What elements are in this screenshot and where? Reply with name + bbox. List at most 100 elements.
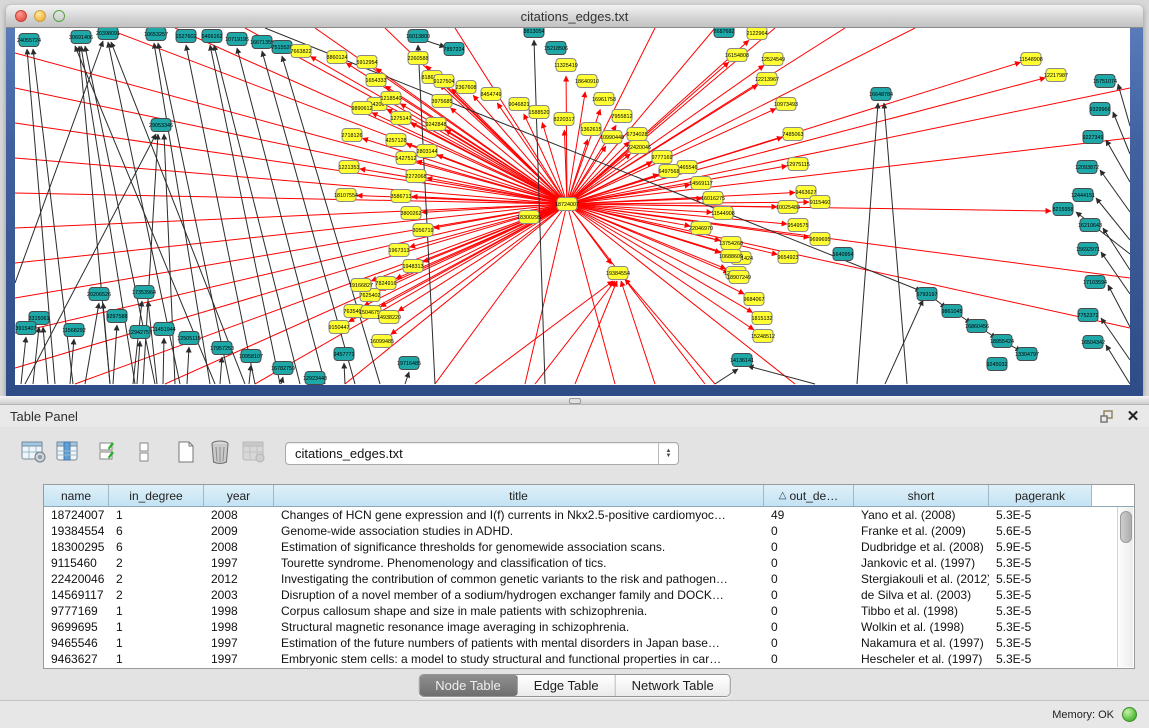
table-cell[interactable]: 5.3E-5 <box>989 588 1092 602</box>
table-cell[interactable]: 1998 <box>204 604 274 618</box>
table-cell[interactable]: Tourette syndrome. Phenomenology and cla… <box>274 556 764 570</box>
float-panel-button[interactable] <box>1097 407 1117 425</box>
table-cell[interactable]: 9777169 <box>44 604 109 618</box>
table-cell[interactable]: Dudbridge et al. (2008) <box>854 540 989 554</box>
table-cell[interactable]: 2008 <box>204 508 274 522</box>
table-cell[interactable]: Embryonic stem cells: a model to study s… <box>274 652 764 666</box>
table-cell[interactable]: 18724007 <box>44 508 109 522</box>
table-cell[interactable]: Corpus callosum shape and size in male p… <box>274 604 764 618</box>
table-cell[interactable]: Jankovic et al. (1997) <box>854 556 989 570</box>
table-cell[interactable]: 9465546 <box>44 636 109 650</box>
table-cell[interactable]: Hescheler et al. (1997) <box>854 652 989 666</box>
table-cell[interactable]: Structural magnetic resonance image aver… <box>274 620 764 634</box>
table-cell[interactable]: 2 <box>109 572 204 586</box>
table-cell[interactable]: 5.3E-5 <box>989 604 1092 618</box>
table-cell[interactable]: 6 <box>109 524 204 538</box>
table-cell[interactable]: 1997 <box>204 636 274 650</box>
table-cell[interactable]: 0 <box>764 524 854 538</box>
table-cell[interactable]: 5.3E-5 <box>989 508 1092 522</box>
table-row[interactable]: 911546021997Tourette syndrome. Phenomeno… <box>44 555 1134 571</box>
table-cell[interactable]: 2008 <box>204 540 274 554</box>
table-cell[interactable]: Yano et al. (2008) <box>854 508 989 522</box>
table-cell[interactable]: 0 <box>764 652 854 666</box>
select-all-button[interactable] <box>96 439 124 465</box>
table-cell[interactable]: 5.5E-5 <box>989 572 1092 586</box>
table-row[interactable]: 946362711997Embryonic stem cells: a mode… <box>44 651 1134 667</box>
table-cell[interactable]: 1998 <box>204 620 274 634</box>
table-cell[interactable]: 5.3E-5 <box>989 556 1092 570</box>
table-cell[interactable]: 5.6E-5 <box>989 524 1092 538</box>
table-cell[interactable]: 1 <box>109 636 204 650</box>
table-cell[interactable]: Stergiakouli et al. (2012) <box>854 572 989 586</box>
network-view[interactable]: 1872400724055724306914062039809110653257… <box>15 28 1130 385</box>
table-row[interactable]: 1830029562008Estimation of significance … <box>44 539 1134 555</box>
column-header-short[interactable]: short <box>854 485 989 506</box>
table-cell[interactable]: Franke et al. (2009) <box>854 524 989 538</box>
table-cell[interactable]: 49 <box>764 508 854 522</box>
table-cell[interactable]: 0 <box>764 620 854 634</box>
tab-network-table[interactable]: Network Table <box>616 675 730 696</box>
table-cell[interactable]: Genome-wide association studies in ADHD. <box>274 524 764 538</box>
table-cell[interactable]: 0 <box>764 572 854 586</box>
network-canvas[interactable]: 1872400724055724306914062039809110653257… <box>15 28 1130 385</box>
column-header-title[interactable]: title <box>274 485 764 506</box>
table-cell[interactable]: 0 <box>764 588 854 602</box>
column-settings-button[interactable] <box>20 439 48 465</box>
table-cell[interactable]: 0 <box>764 604 854 618</box>
table-cell[interactable]: 1 <box>109 508 204 522</box>
table-cell[interactable]: Changes of HCN gene expression and I(f) … <box>274 508 764 522</box>
table-cell[interactable]: 1 <box>109 652 204 666</box>
table-cell[interactable]: 0 <box>764 540 854 554</box>
tab-node-table[interactable]: Node Table <box>419 675 518 696</box>
column-header-name[interactable]: name <box>44 485 109 506</box>
table-row[interactable]: 969969511998Structural magnetic resonanc… <box>44 619 1134 635</box>
table-cell[interactable]: 9463627 <box>44 652 109 666</box>
table-cell[interactable]: 19384554 <box>44 524 109 538</box>
column-header-out_de[interactable]: △out_de… <box>764 485 854 506</box>
table-cell[interactable]: 5.9E-5 <box>989 540 1092 554</box>
table-cell[interactable]: Tibbo et al. (1998) <box>854 604 989 618</box>
table-cell[interactable]: 5.3E-5 <box>989 620 1092 634</box>
table-cell[interactable]: 18300295 <box>44 540 109 554</box>
table-cell[interactable]: 1997 <box>204 652 274 666</box>
table-cell[interactable]: Disruption of a novel member of a sodium… <box>274 588 764 602</box>
delete-column-button[interactable] <box>206 439 234 465</box>
table-cell[interactable]: Investigating the contribution of common… <box>274 572 764 586</box>
table-cell[interactable]: 2009 <box>204 524 274 538</box>
table-cell[interactable]: 1 <box>109 604 204 618</box>
column-header-year[interactable]: year <box>204 485 274 506</box>
unselect-all-button[interactable] <box>130 439 158 465</box>
table-scrollbar[interactable] <box>1117 507 1133 667</box>
select-column-button[interactable] <box>54 439 82 465</box>
table-cell[interactable]: 14569117 <box>44 588 109 602</box>
network-window-titlebar[interactable]: citations_edges.txt <box>6 5 1143 28</box>
column-header-in_degree[interactable]: in_degree <box>109 485 204 506</box>
table-cell[interactable]: 6 <box>109 540 204 554</box>
table-cell[interactable]: 9699695 <box>44 620 109 634</box>
table-cell[interactable]: Wolkin et al. (1998) <box>854 620 989 634</box>
delete-table-button-disabled[interactable] <box>240 439 268 465</box>
table-cell[interactable]: 0 <box>764 636 854 650</box>
table-cell[interactable]: 1997 <box>204 556 274 570</box>
table-cell[interactable]: 2012 <box>204 572 274 586</box>
column-header-pagerank[interactable]: pagerank <box>989 485 1092 506</box>
tab-edge-table[interactable]: Edge Table <box>518 675 616 696</box>
table-cell[interactable]: 5.3E-5 <box>989 652 1092 666</box>
table-row[interactable]: 946554611997Estimation of the future num… <box>44 635 1134 651</box>
table-cell[interactable]: Estimation of significance thresholds fo… <box>274 540 764 554</box>
scrollbar-thumb[interactable] <box>1120 511 1132 543</box>
table-cell[interactable]: 5.3E-5 <box>989 636 1092 650</box>
memory-ok-indicator[interactable] <box>1122 707 1137 722</box>
table-cell[interactable]: Estimation of the future numbers of pati… <box>274 636 764 650</box>
table-cell[interactable]: 2003 <box>204 588 274 602</box>
new-column-button[interactable] <box>172 439 200 465</box>
table-cell[interactable]: 9115460 <box>44 556 109 570</box>
table-cell[interactable]: 22420046 <box>44 572 109 586</box>
table-row[interactable]: 1938455462009Genome-wide association stu… <box>44 523 1134 539</box>
table-cell[interactable]: Nakamura et al. (1997) <box>854 636 989 650</box>
panel-resize-divider[interactable] <box>0 396 1149 405</box>
table-cell[interactable]: 1 <box>109 620 204 634</box>
table-row[interactable]: 2242004622012Investigating the contribut… <box>44 571 1134 587</box>
table-row[interactable]: 1872400712008Changes of HCN gene express… <box>44 507 1134 523</box>
table-row[interactable]: 1456911722003Disruption of a novel membe… <box>44 587 1134 603</box>
